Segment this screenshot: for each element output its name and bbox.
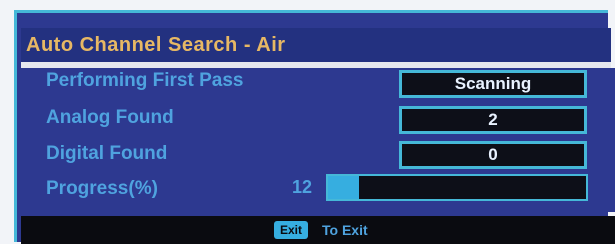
footer-bar — [21, 216, 615, 244]
first-pass-label: Performing First Pass — [46, 70, 244, 91]
progress-label: Progress(%) — [46, 178, 158, 199]
progress-percent-value: 12 — [292, 177, 313, 197]
exit-key-button[interactable]: Exit — [274, 221, 309, 239]
digital-found-label: Digital Found — [46, 143, 168, 164]
progress-bar — [326, 174, 588, 201]
analog-found-value: 2 — [399, 106, 587, 134]
scan-status-value: Scanning — [399, 70, 587, 98]
dialog-title: Auto Channel Search - Air — [26, 34, 286, 56]
screen-frame: Auto Channel Search - Air Performing Fir… — [0, 0, 615, 244]
progress-bar-fill — [328, 176, 359, 199]
analog-found-label: Analog Found — [46, 107, 174, 128]
digital-found-value: 0 — [399, 141, 587, 169]
exit-hint-text: To Exit — [322, 222, 368, 238]
